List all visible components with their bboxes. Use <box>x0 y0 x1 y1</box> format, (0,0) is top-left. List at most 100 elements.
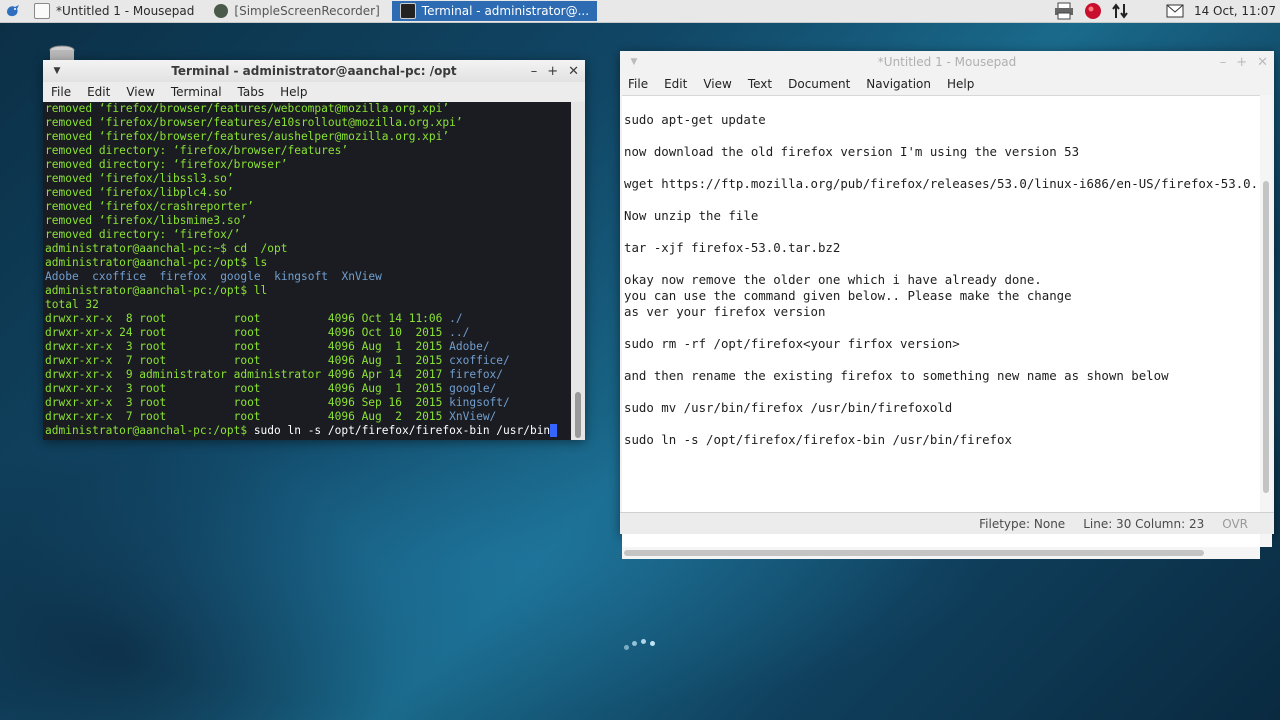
mousepad-statusbar: Filetype: None Line: 30 Column: 23 OVR <box>620 512 1274 534</box>
menu-help[interactable]: Help <box>272 85 315 99</box>
scrollbar-thumb[interactable] <box>1263 181 1269 493</box>
ll-meta: drwxr-xr-x 7 root root 4096 Aug 1 2015 <box>45 354 450 367</box>
menu-file[interactable]: File <box>43 85 79 99</box>
mousepad-window: ▼ *Untitled 1 - Mousepad – + ✕ File Edit… <box>620 51 1274 559</box>
ll-row: drwxr-xr-x 3 root root 4096 Aug 1 2015 g… <box>45 382 573 396</box>
terminal-titlebar[interactable]: ▼ Terminal - administrator@aanchal-pc: /… <box>43 60 585 82</box>
ll-name: ./ <box>449 312 463 325</box>
ll-meta: drwxr-xr-x 9 administrator administrator… <box>45 368 450 381</box>
ll-meta: drwxr-xr-x 8 root root 4096 Oct 14 11:06 <box>45 312 450 325</box>
network-updown-icon[interactable] <box>1112 2 1128 20</box>
applications-menu-button[interactable] <box>0 0 26 22</box>
menu-file[interactable]: File <box>620 77 656 91</box>
typed-command: sudo ln -s /opt/firefox/firefox-bin /usr… <box>253 424 551 437</box>
ls-entry: XnView <box>341 270 382 283</box>
cursor-position-status: Line: 30 Column: 23 <box>1083 516 1205 531</box>
panel-clock[interactable]: 14 Oct, 11:07 <box>1194 4 1276 18</box>
editor-horizontal-scrollbar[interactable] <box>622 547 1260 559</box>
window-menu-icon[interactable]: ▼ <box>43 66 71 76</box>
window-menu-icon[interactable]: ▼ <box>620 57 648 67</box>
terminal-line: removed ‘firefox/libplc4.so’ <box>45 186 234 199</box>
task-label: *Untitled 1 - Mousepad <box>56 4 195 18</box>
terminal-line: removed ‘firefox/browser/features/aushel… <box>45 130 450 143</box>
ll-meta: drwxr-xr-x 7 root root 4096 Aug 2 2015 <box>45 410 450 423</box>
mousepad-titlebar[interactable]: ▼ *Untitled 1 - Mousepad – + ✕ <box>620 51 1274 73</box>
ll-name: firefox/ <box>449 368 504 381</box>
ll-row: drwxr-xr-x 24 root root 4096 Oct 10 2015… <box>45 326 573 340</box>
menu-view[interactable]: View <box>695 77 739 91</box>
menu-help[interactable]: Help <box>939 77 982 91</box>
terminal-output[interactable]: removed ‘firefox/browser/features/webcom… <box>43 102 573 440</box>
editor-vertical-scrollbar[interactable] <box>1260 95 1272 547</box>
ls-entry: cxoffice <box>92 270 147 283</box>
maximize-icon[interactable]: + <box>1236 55 1247 70</box>
overwrite-mode-status: OVR <box>1222 516 1248 531</box>
editor-line: you can use the command given below.. Pl… <box>624 288 1072 303</box>
menu-text[interactable]: Text <box>740 77 780 91</box>
task-screenrecorder[interactable]: [SimpleScreenRecorder] <box>206 1 387 21</box>
ll-row: drwxr-xr-x 3 root root 4096 Aug 1 2015 A… <box>45 340 573 354</box>
scrollbar-thumb[interactable] <box>575 392 581 438</box>
task-mousepad[interactable]: *Untitled 1 - Mousepad <box>26 1 202 21</box>
scrollbar-thumb[interactable] <box>624 550 1204 556</box>
menu-document[interactable]: Document <box>780 77 858 91</box>
terminal-line: removed ‘firefox/crashreporter’ <box>45 200 254 213</box>
menu-navigation[interactable]: Navigation <box>858 77 939 91</box>
ll-meta: drwxr-xr-x 3 root root 4096 Aug 1 2015 <box>45 340 450 353</box>
terminal-line: total 32 <box>45 298 99 311</box>
ll-meta: drwxr-xr-x 24 root root 4096 Oct 10 2015 <box>45 326 450 339</box>
terminal-line: removed directory: ‘firefox/’ <box>45 228 241 241</box>
menu-tabs[interactable]: Tabs <box>230 85 273 99</box>
close-icon[interactable]: ✕ <box>568 64 579 79</box>
printer-icon[interactable] <box>1054 2 1074 20</box>
maximize-icon[interactable]: + <box>547 64 558 79</box>
ll-name: cxoffice/ <box>449 354 510 367</box>
close-icon[interactable]: ✕ <box>1257 55 1268 70</box>
terminal-window: ▼ Terminal - administrator@aanchal-pc: /… <box>43 60 585 440</box>
menu-terminal[interactable]: Terminal <box>163 85 230 99</box>
editor-line: tar -xjf firefox-53.0.tar.bz2 <box>624 240 841 255</box>
ll-meta: drwxr-xr-x 3 root root 4096 Sep 16 2015 <box>45 396 450 409</box>
ll-row: drwxr-xr-x 9 administrator administrator… <box>45 368 573 382</box>
xfce-mouse-icon <box>7 5 19 17</box>
terminal-line: administrator@aanchal-pc:/opt$ ls <box>45 256 268 269</box>
menu-edit[interactable]: Edit <box>656 77 695 91</box>
task-terminal[interactable]: Terminal - administrator@... <box>391 1 598 21</box>
editor-line: sudo mv /usr/bin/firefox /usr/bin/firefo… <box>624 400 953 415</box>
task-label: Terminal - administrator@... <box>421 4 590 18</box>
terminal-line: removed ‘firefox/libsmime3.so’ <box>45 214 248 227</box>
editor-line: sudo apt-get update <box>624 112 766 127</box>
text-editor-area[interactable]: sudo apt-get update now download the old… <box>622 95 1260 548</box>
window-title: *Untitled 1 - Mousepad <box>877 55 1017 69</box>
editor-line: as ver your firefox version <box>624 304 826 319</box>
mail-icon[interactable] <box>1166 4 1184 18</box>
shell-prompt: administrator@aanchal-pc:/opt$ <box>45 424 254 437</box>
ls-entry: google <box>220 270 261 283</box>
terminal-line: removed ‘firefox/browser/features/e10sro… <box>45 116 463 129</box>
terminal-line: removed ‘firefox/libssl3.so’ <box>45 172 234 185</box>
current-command-line[interactable]: administrator@aanchal-pc:/opt$ sudo ln -… <box>45 424 573 438</box>
minimize-icon[interactable]: – <box>531 64 538 79</box>
editor-line: now download the old firefox version I'm… <box>624 144 1080 159</box>
ls-output-line: Adobe cxoffice firefox google kingsoft X… <box>45 270 573 284</box>
editor-line: sudo rm -rf /opt/firefox<your firfox ver… <box>624 336 960 351</box>
minimize-icon[interactable]: – <box>1220 55 1227 70</box>
menu-view[interactable]: View <box>118 85 162 99</box>
terminal-line: removed directory: ‘firefox/browser’ <box>45 158 288 171</box>
terminal-scrollbar[interactable] <box>571 102 585 440</box>
record-icon[interactable] <box>1084 2 1102 20</box>
filetype-status[interactable]: Filetype: None <box>979 517 1065 531</box>
ll-name: google/ <box>449 382 497 395</box>
ls-entry: firefox <box>159 270 207 283</box>
menu-edit[interactable]: Edit <box>79 85 118 99</box>
editor-line: and then rename the existing firefox to … <box>624 368 1169 383</box>
